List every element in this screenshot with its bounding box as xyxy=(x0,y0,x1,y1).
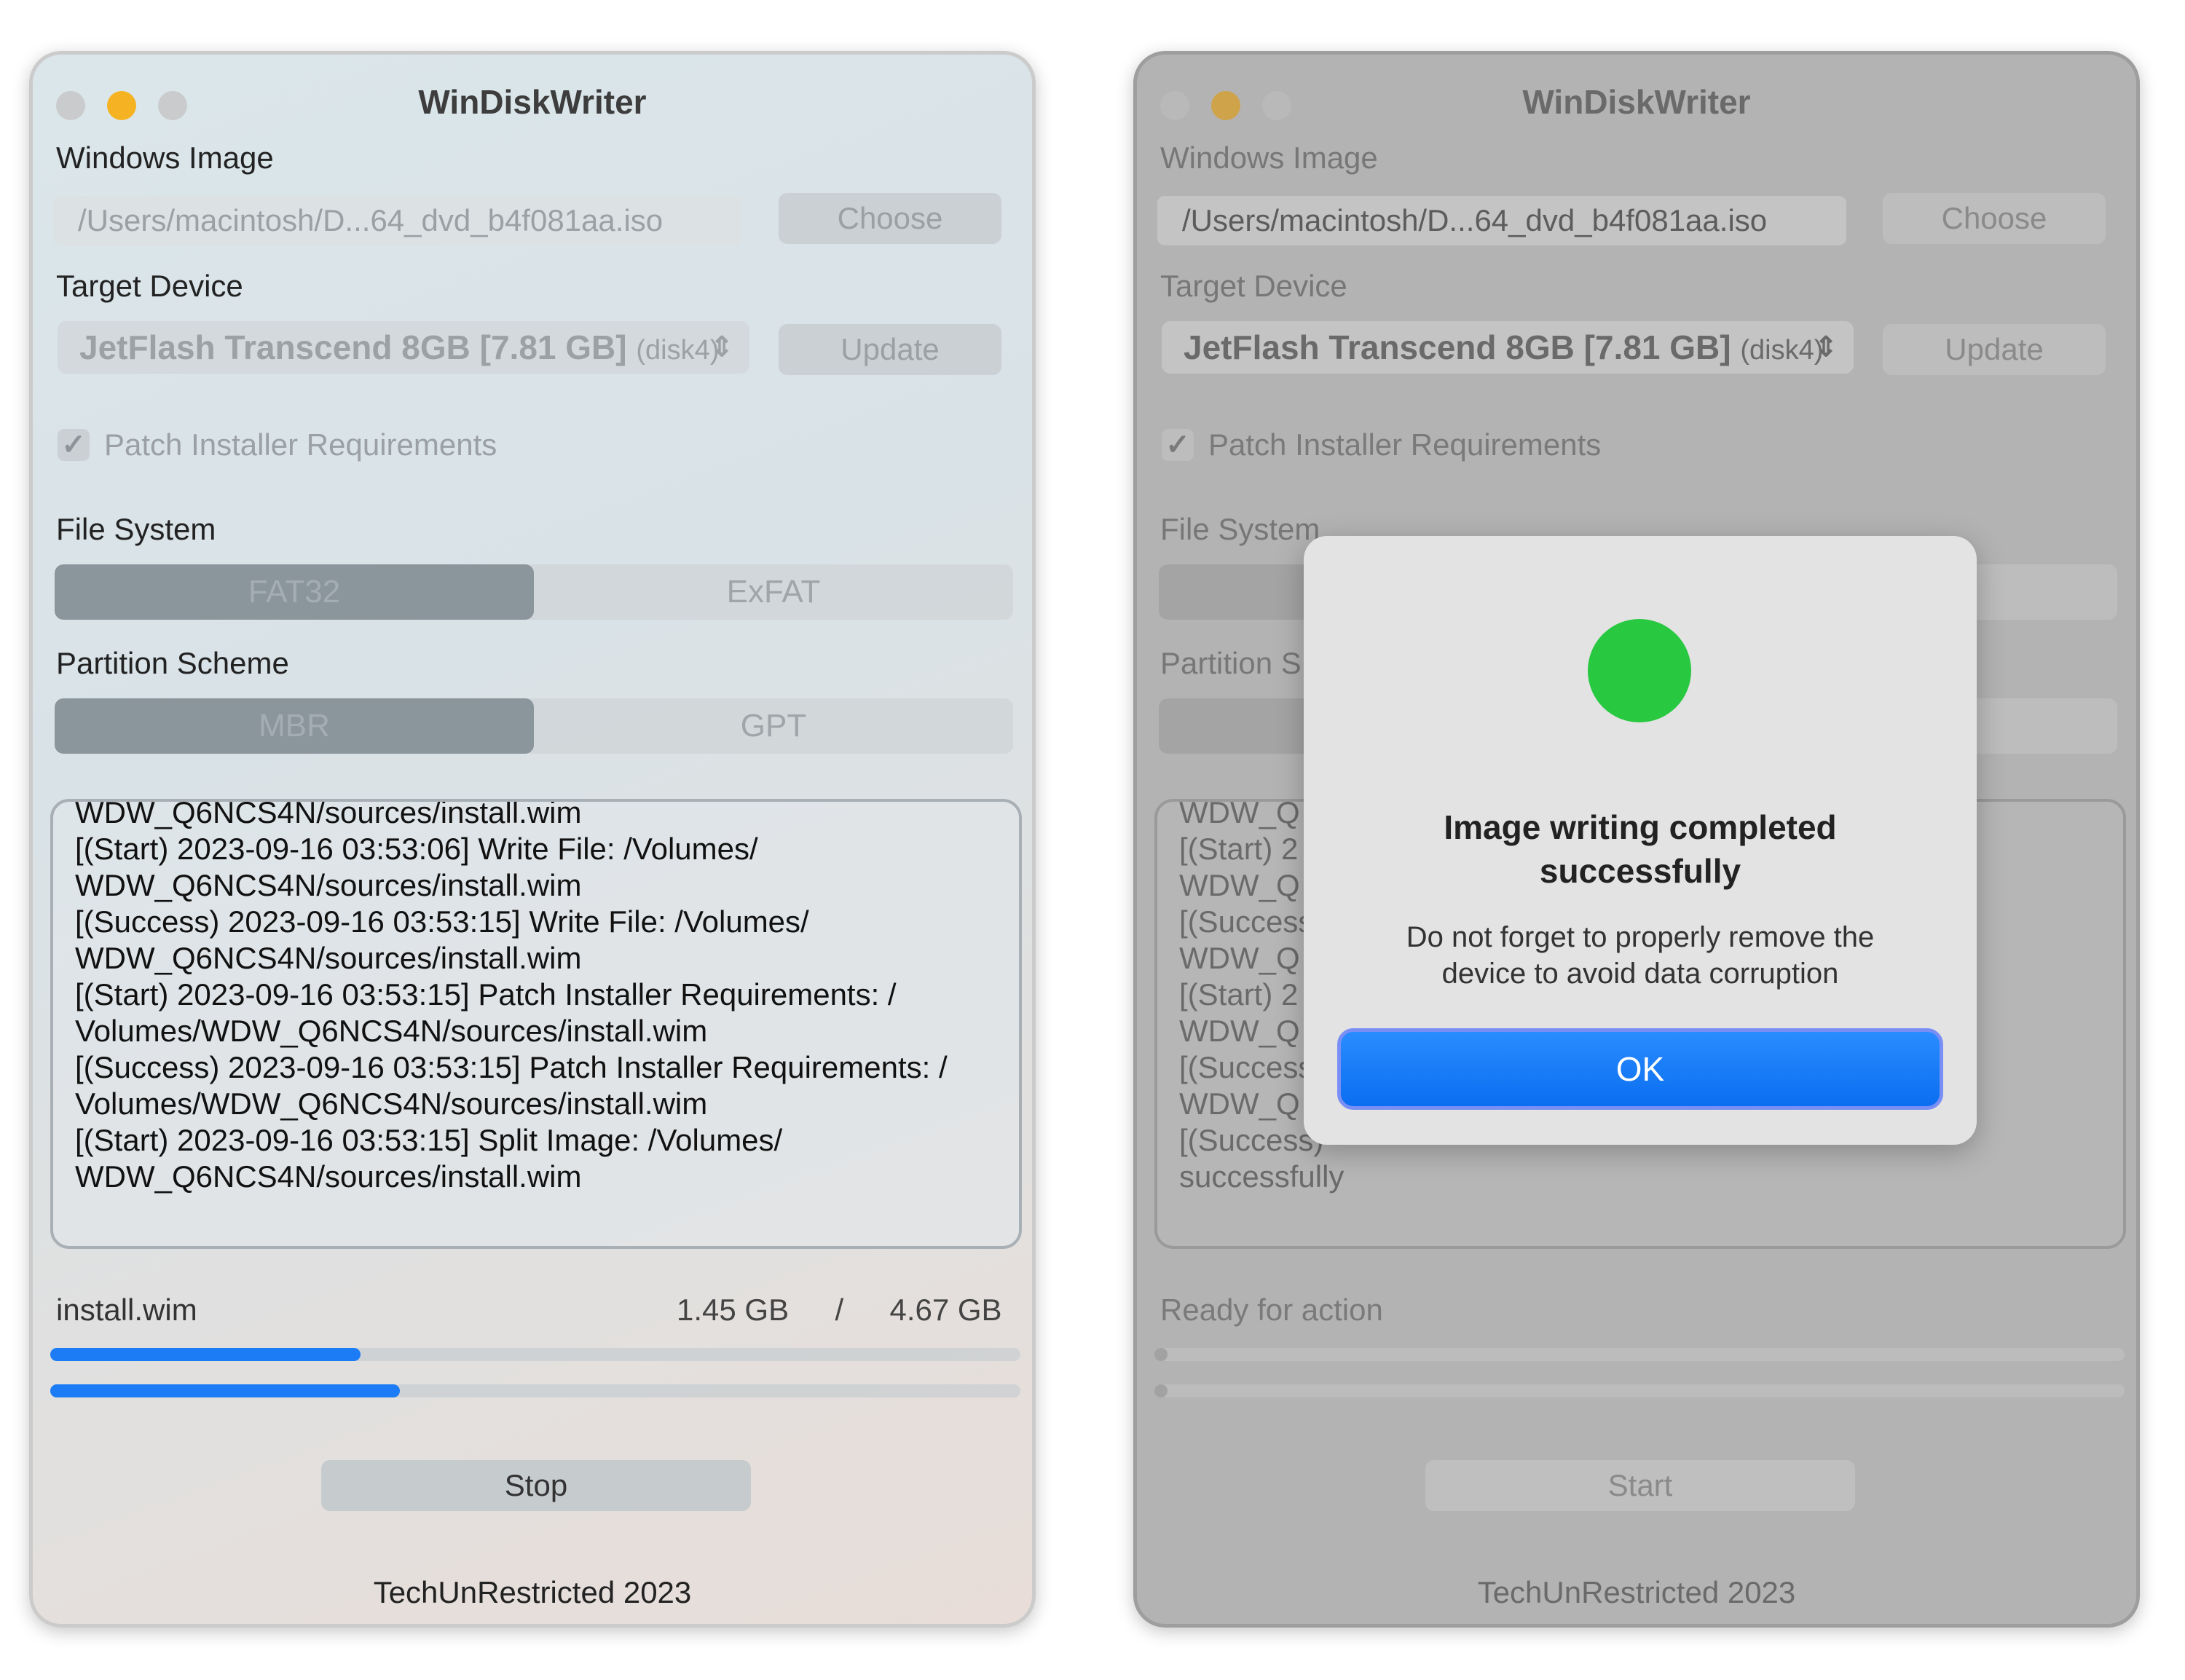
log-line: [(Success) 2023-09-16 03:53:15] Patch In… xyxy=(75,1050,948,1084)
device-name: JetFlash Transcend 8GB [7.81 GB] xyxy=(79,328,627,366)
device-id: (disk4) xyxy=(636,335,720,366)
overall-progress-bar xyxy=(50,1384,1020,1397)
overall-progress-fill xyxy=(50,1384,400,1397)
ok-button[interactable]: OK xyxy=(1337,1028,1943,1110)
file-progress-fill xyxy=(1154,1348,1168,1361)
target-device-label: Target Device xyxy=(1160,269,1347,303)
segment-exfat[interactable]: ExFAT xyxy=(534,564,1013,620)
chevron-up-down-icon: ⇕ xyxy=(1814,332,1838,363)
size-separator: / xyxy=(835,1293,844,1327)
image-path-field: /Users/macintosh/D...64_dvd_b4f081aa.iso xyxy=(1157,196,1846,245)
success-status-icon xyxy=(1588,619,1691,722)
segment-fat32[interactable]: FAT32 xyxy=(55,564,534,620)
log-line: [(Success) 2023-09-16 03:53:15] Write Fi… xyxy=(75,904,809,939)
target-device-popup[interactable]: JetFlash Transcend 8GB [7.81 GB] (disk4)… xyxy=(58,321,749,374)
segment-gpt[interactable]: GPT xyxy=(534,698,1013,754)
update-button[interactable]: Update xyxy=(779,324,1001,375)
windows-image-label: Windows Image xyxy=(56,141,274,175)
file-progress-bar xyxy=(50,1348,1020,1361)
file-system-label: File System xyxy=(1160,512,1320,546)
alert-message-line: device to avoid data corruption xyxy=(1441,958,1839,990)
chevron-up-down-icon: ⇕ xyxy=(710,332,733,363)
partition-scheme-label: Partition S xyxy=(1160,646,1302,680)
log-line: WDW_Q6NCS4N/sources/install.wim xyxy=(75,868,582,902)
alert-title-line: successfully xyxy=(1539,852,1741,890)
patch-checkbox[interactable]: ✓ xyxy=(58,429,90,461)
log-line: WDW_Q6NCS4N/sources/install.wim xyxy=(75,1159,582,1194)
update-button[interactable]: Update xyxy=(1883,324,2106,375)
log-line: WDW_Q6NCS4N/sources/install.wim xyxy=(75,941,582,975)
alert-message-line: Do not forget to properly remove the xyxy=(1406,921,1875,953)
log-line: WDW_Q6NCS4N/sources/install.wim xyxy=(75,799,582,829)
window-title: WinDiskWriter xyxy=(1522,83,1751,121)
alert-title-line: Image writing completed xyxy=(1444,808,1837,846)
size-readout: 1.45 GB / 4.67 GB xyxy=(677,1293,1002,1328)
current-file-name: install.wim xyxy=(56,1293,197,1327)
footer-credit: TechUnRestricted 2023 xyxy=(1477,1575,1796,1609)
completion-alert-dialog: Image writing completed successfully Do … xyxy=(1304,536,1977,1145)
target-device-popup[interactable]: JetFlash Transcend 8GB [7.81 GB] (disk4)… xyxy=(1162,321,1854,374)
log-text-view[interactable]: WDW_Q6NCS4N/sources/install.wim [(Start)… xyxy=(50,799,1022,1249)
device-name: JetFlash Transcend 8GB [7.81 GB] xyxy=(1184,328,1731,366)
footer-credit: TechUnRestricted 2023 xyxy=(373,1575,692,1609)
start-button[interactable]: Start xyxy=(1425,1460,1855,1511)
log-line: [(Start) 2023-09-16 03:53:15] Patch Inst… xyxy=(75,977,897,1011)
overall-progress-fill xyxy=(1154,1384,1168,1397)
log-line: Volumes/WDW_Q6NCS4N/sources/install.wim xyxy=(75,1087,708,1121)
checkmark-icon: ✓ xyxy=(1165,429,1190,461)
total-size: 4.67 GB xyxy=(889,1293,1002,1327)
stop-button[interactable]: Stop xyxy=(321,1460,751,1511)
partition-scheme-label: Partition Scheme xyxy=(56,646,289,680)
overall-progress-bar xyxy=(1154,1384,2125,1397)
alert-title: Image writing completed successfully xyxy=(1333,805,1948,893)
log-line: Volumes/WDW_Q6NCS4N/sources/install.wim xyxy=(75,1014,708,1048)
checkmark-icon: ✓ xyxy=(61,429,86,461)
alert-message: Do not forget to properly remove the dev… xyxy=(1333,919,1948,992)
file-progress-fill xyxy=(50,1348,361,1361)
log-line: [(Start) 2023-09-16 03:53:06] Write File… xyxy=(75,832,758,866)
windows-image-label: Windows Image xyxy=(1160,141,1378,175)
file-system-segmented-control[interactable]: FAT32 ExFAT xyxy=(55,564,1013,620)
app-window-writing: WinDiskWriter Windows Image /Users/macin… xyxy=(29,51,1036,1628)
choose-button[interactable]: Choose xyxy=(779,193,1001,244)
target-device-label: Target Device xyxy=(56,269,243,303)
file-progress-bar xyxy=(1154,1348,2125,1361)
device-id: (disk4) xyxy=(1740,335,1824,366)
window-title: WinDiskWriter xyxy=(418,83,647,121)
patch-checkbox-label: Patch Installer Requirements xyxy=(1208,427,1602,462)
image-path-field: /Users/macintosh/D...64_dvd_b4f081aa.iso xyxy=(53,196,742,245)
patch-checkbox[interactable]: ✓ xyxy=(1162,429,1194,461)
log-line: [(Start) 2023-09-16 03:53:15] Split Imag… xyxy=(75,1123,783,1157)
file-system-label: File System xyxy=(56,512,216,546)
current-size: 1.45 GB xyxy=(677,1293,790,1327)
partition-scheme-segmented-control[interactable]: MBR GPT xyxy=(55,698,1013,754)
log-line: successfully xyxy=(1179,1159,1345,1194)
status-label: Ready for action xyxy=(1160,1293,1383,1327)
patch-checkbox-label: Patch Installer Requirements xyxy=(104,427,497,462)
segment-mbr[interactable]: MBR xyxy=(55,698,534,754)
choose-button[interactable]: Choose xyxy=(1883,193,2106,244)
